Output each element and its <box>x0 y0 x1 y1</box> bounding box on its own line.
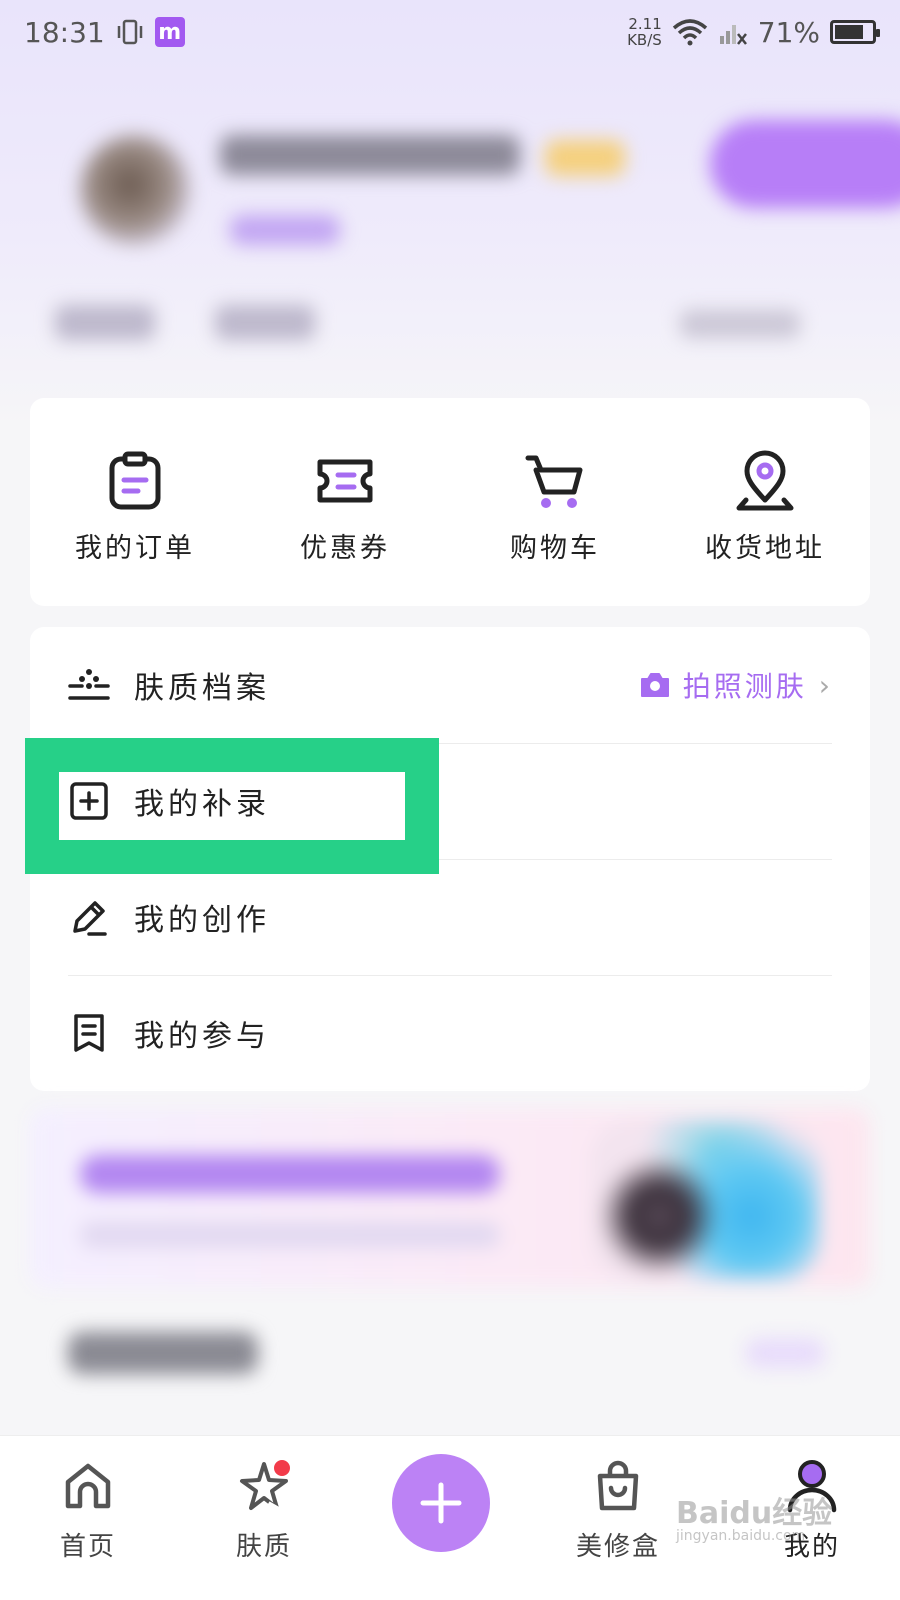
promo-title-blurred <box>80 1155 500 1193</box>
clipboard-icon <box>109 451 161 510</box>
member-button[interactable] <box>710 120 900 208</box>
my-orders-label: 我的订单 <box>75 533 195 564</box>
watermark-url: jingyan.baidu.com <box>676 1528 806 1544</box>
my-creations-label: 我的创作 <box>134 903 270 938</box>
promo-subtitle-blurred <box>80 1222 500 1248</box>
signal-icon <box>719 25 747 45</box>
notification-dot <box>272 1458 292 1478</box>
home-icon <box>65 1463 111 1509</box>
app-notification-icon: m <box>154 17 185 47</box>
nav-skin[interactable]: 肤质 <box>204 1458 324 1563</box>
my-participation-label: 我的参与 <box>134 1019 270 1054</box>
plus-icon <box>420 1482 462 1524</box>
skin-profile-row[interactable]: 肤质档案 拍照测肤 › <box>30 627 870 743</box>
chevron-right-icon: › <box>818 668 830 702</box>
shopping-cart-button[interactable]: 购物车 <box>450 398 660 606</box>
stat-item[interactable] <box>215 305 315 340</box>
nav-beauty-box-label: 美修盒 <box>575 1532 660 1562</box>
coupons-button[interactable]: 优惠券 <box>240 398 450 606</box>
shipping-address-label: 收货地址 <box>705 533 825 564</box>
photo-skin-test-link[interactable]: 拍照测肤 › <box>639 665 830 705</box>
stat-item[interactable] <box>55 305 155 340</box>
battery-percent: 71% <box>757 15 820 49</box>
watermark-logo: Baidu经验 <box>676 1496 833 1531</box>
status-bar: 18:31 m 2.11 KB/S 71% <box>0 0 900 64</box>
quick-actions-card: 我的订单 优惠券 购物车 收货地址 <box>30 398 870 606</box>
network-speed: 2.11 KB/S <box>627 15 662 49</box>
my-orders-button[interactable]: 我的订单 <box>30 398 240 606</box>
bookmark-list-icon <box>68 1012 110 1054</box>
stat-item[interactable] <box>680 310 800 338</box>
avatar[interactable] <box>80 135 190 245</box>
location-pin-icon <box>736 450 794 511</box>
highlight-frame <box>25 738 439 874</box>
wifi-icon <box>672 19 707 46</box>
my-creations-row[interactable]: 我的创作 <box>30 859 870 975</box>
my-participation-row[interactable]: 我的参与 <box>30 975 870 1091</box>
vibrate-icon <box>117 19 142 45</box>
pencil-icon <box>68 896 110 938</box>
shopping-cart-label: 购物车 <box>510 533 600 564</box>
nav-beauty-box[interactable]: 美修盒 <box>558 1458 678 1563</box>
shopping-bag-icon <box>597 1460 639 1511</box>
status-time: 18:31 <box>24 15 105 49</box>
nav-home-label: 首页 <box>59 1532 116 1562</box>
skin-profile-icon <box>68 664 110 706</box>
section-title-blurred <box>68 1332 258 1374</box>
level-badge <box>230 215 340 245</box>
photo-skin-test-label: 拍照测肤 <box>682 670 807 703</box>
coupons-label: 优惠券 <box>300 533 390 564</box>
nav-skin-label: 肤质 <box>235 1532 292 1562</box>
promo-image <box>590 1120 820 1280</box>
username-blurred <box>220 135 520 175</box>
add-post-button[interactable] <box>392 1454 490 1552</box>
nav-home[interactable]: 首页 <box>28 1458 148 1563</box>
cart-icon <box>525 455 583 508</box>
camera-icon <box>640 673 669 697</box>
coupon-icon <box>317 459 373 503</box>
shipping-address-button[interactable]: 收货地址 <box>660 398 870 606</box>
section-more-link[interactable] <box>745 1338 825 1368</box>
skin-profile-label: 肤质档案 <box>134 671 270 706</box>
vip-badge <box>545 140 625 176</box>
battery-icon <box>830 20 880 44</box>
